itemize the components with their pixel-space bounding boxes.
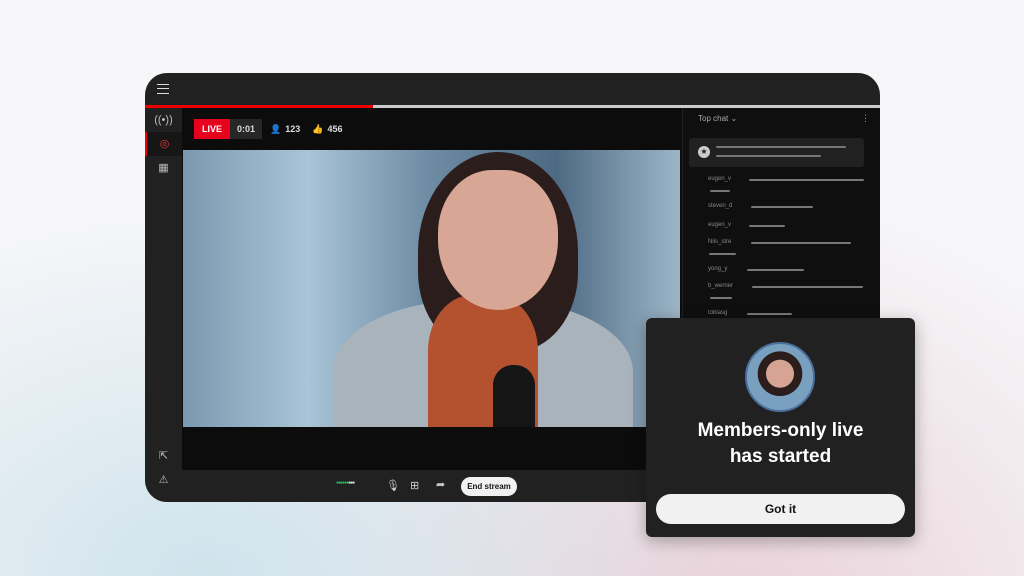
chat-username: b_werner (708, 283, 734, 289)
video-frame (183, 150, 680, 427)
like-count: 456 (327, 124, 343, 134)
microphone-icon[interactable]: 🎙 (386, 479, 400, 492)
title-line-2: has started (729, 446, 832, 467)
got-it-button[interactable]: Got it (656, 494, 905, 524)
more-options-icon[interactable]: ⋮ (861, 113, 870, 124)
top-bar (145, 73, 880, 105)
control-bar: ●●●●●●●●● 🎙 ⊞ ➦ End stream (182, 470, 682, 502)
camera-icon[interactable]: ◎ (145, 132, 182, 156)
elapsed-time: 0:01 (230, 119, 263, 139)
feedback-icon[interactable]: ⚠ (145, 468, 182, 492)
chat-mode-dropdown[interactable]: Top chat ⌄ (698, 114, 737, 123)
sidebar: ((•)) ◎ ▦ ⇱ ⚠ (145, 108, 182, 502)
pinned-message: ★ (689, 138, 864, 167)
like-icon: 👍 (312, 123, 324, 134)
microphone-prop (493, 365, 535, 427)
hamburger-menu-icon[interactable] (157, 84, 169, 94)
star-icon: ★ (698, 146, 710, 158)
audio-level-meter: ●●●●●●●●● (336, 480, 355, 486)
chat-username: eugen_v (708, 176, 732, 182)
chat-panel: Top chat ⌄ ⋮ ★ eugen_v steven_d eugen_v … (683, 108, 880, 323)
chat-username: Nils_stre (708, 239, 732, 245)
end-stream-button[interactable]: End stream (461, 477, 517, 496)
live-badge: LIVE (194, 119, 231, 139)
chat-username: yong_y (708, 266, 728, 272)
stream-preview: LIVE 0:01 👤 123 👍 456 (182, 108, 682, 470)
screen-share-icon[interactable]: ⊞ (410, 479, 419, 492)
avatar (745, 342, 815, 412)
notification-title: Members-only live has started (646, 418, 915, 470)
chat-username: steven_d (708, 203, 733, 209)
viewers-icon: 👤 (270, 123, 282, 134)
calendar-icon[interactable]: ▦ (145, 156, 182, 180)
members-only-notification: Members-only live has started Got it (646, 318, 915, 537)
viewer-count: 123 (285, 124, 301, 134)
chat-username: eugen_v (708, 222, 732, 228)
external-link-icon[interactable]: ⇱ (145, 444, 182, 468)
stream-stats: LIVE 0:01 👤 123 👍 456 (194, 119, 343, 139)
chat-username: tobiasg (708, 310, 728, 316)
chat-header: Top chat (698, 114, 729, 123)
title-line-1: Members-only live (697, 420, 864, 441)
broadcast-icon[interactable]: ((•)) (145, 108, 182, 132)
share-icon[interactable]: ➦ (436, 478, 445, 491)
